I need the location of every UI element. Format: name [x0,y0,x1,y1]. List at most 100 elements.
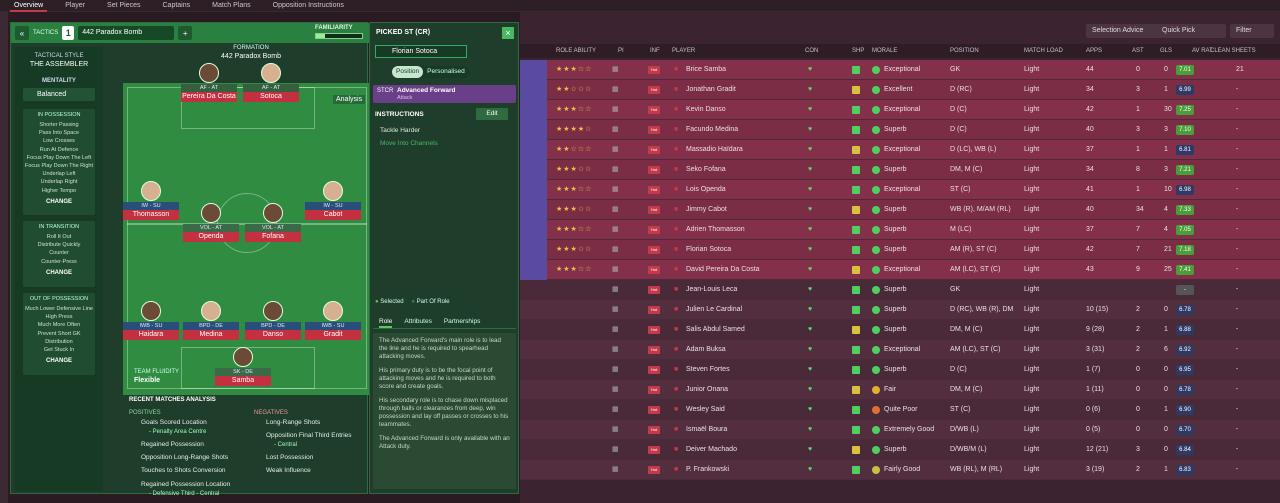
pi-icon[interactable]: ▦ [612,300,619,320]
in-possession-change-button[interactable]: CHANGE [23,199,95,205]
player-name[interactable]: Jimmy Cabot [686,200,727,220]
pi-icon[interactable]: ▦ [612,460,619,480]
col-clean-sheets[interactable]: CLEAN SHEETS [1210,44,1256,58]
row-selection-marker[interactable] [520,140,547,160]
tab-player[interactable]: Player [61,0,89,12]
close-icon[interactable]: × [502,27,514,39]
out-of-possession-change-button[interactable]: CHANGE [23,358,95,364]
position-toggle[interactable]: Position Personalised [392,66,469,78]
row-selection-marker[interactable] [520,240,547,260]
picked-player-select[interactable]: Florian Sotoca [375,45,467,58]
player-name[interactable]: Ismaël Boura [686,420,727,440]
tab-role[interactable]: Role [379,315,393,328]
pi-icon[interactable]: ▦ [612,160,619,180]
player-slot-haidara[interactable]: IWB - SU Haidara [123,301,179,340]
player-name[interactable]: Brice Samba [686,60,726,80]
row-selection-marker[interactable] [520,120,547,140]
col-ast[interactable]: AST [1132,44,1144,58]
pi-icon[interactable]: ▦ [612,100,619,120]
player-name[interactable]: Julien Le Cardinal [686,300,742,320]
pi-icon[interactable]: ▦ [612,260,619,280]
col-pi[interactable]: PI [618,44,624,58]
row-selection-marker[interactable] [520,320,547,340]
row-selection-marker[interactable] [520,180,547,200]
toggle-personalised[interactable]: Personalised [423,66,469,78]
table-row[interactable]: ★★★☆☆ ▦ Hot ■ Brice Samba ♥ Exceptional GK Light… [520,60,1280,80]
col-gls[interactable]: GLS [1160,44,1172,58]
table-row[interactable]: ★★★☆☆ ▦ Hot ■ Seko Fofana ♥ Superb DM, M (C) Lig… [520,160,1280,180]
pi-icon[interactable]: ▦ [612,380,619,400]
table-row[interactable]: ★★★☆☆ ▦ Hot ■ Lois Openda ♥ Exceptional ST (C) L… [520,180,1280,200]
col-apps[interactable]: APPS [1086,44,1102,58]
table-row[interactable]: ★★★☆☆ ▦ Hot ■ Florian Sotoca ♥ Superb AM (R), S… [520,240,1280,260]
row-selection-marker[interactable] [520,80,547,100]
add-tactic-button[interactable]: + [178,26,193,40]
formation-select[interactable]: 442 Paradox Bomb [191,53,311,60]
row-selection-marker[interactable] [520,380,547,400]
table-row[interactable]: ▦ Hot ■ Jean-Louis Leca ♥ Superb GK Light - - [520,280,1280,300]
col-shp[interactable]: SHP [852,44,864,58]
tab-opposition-instructions[interactable]: Opposition Instructions [269,0,348,12]
pi-icon[interactable]: ▦ [612,240,619,260]
table-row[interactable]: ▦ Hot ■ Salis Abdul Samed ♥ Superb DM, M (C) Li… [520,320,1280,340]
pi-icon[interactable]: ▦ [612,360,619,380]
tab-partnerships[interactable]: Partnerships [444,315,481,328]
player-name[interactable]: Facundo Medina [686,120,738,140]
player-slot-samba[interactable]: SK - DE Samba [215,347,271,386]
pi-icon[interactable]: ▦ [612,420,619,440]
player-name[interactable]: Lois Openda [686,180,726,200]
player-slot-fofana[interactable]: VOL - AT Fofana [245,203,301,242]
tab-match-plans[interactable]: Match Plans [208,0,255,12]
player-name[interactable]: Salis Abdul Samed [686,320,745,340]
mentality-select[interactable]: Balanced [23,88,95,101]
in-transition-change-button[interactable]: CHANGE [23,270,95,276]
tactical-style-select[interactable]: THE ASSEMBLER [15,61,103,68]
tab-captains[interactable]: Captains [159,0,195,12]
pi-icon[interactable]: ▦ [612,120,619,140]
edit-button[interactable]: Edit [476,108,508,120]
row-selection-marker[interactable] [520,460,547,480]
col-role-ability[interactable]: ROLE ABILITY [556,44,596,58]
player-slot-medina[interactable]: BPD - DE Medina [183,301,239,340]
player-name[interactable]: Wesley Said [686,400,725,420]
row-selection-marker[interactable] [520,200,547,220]
in-possession-box[interactable]: IN POSSESSION Shorter Passing Pass Into … [23,109,95,215]
table-row[interactable]: ▦ Hot ■ Wesley Said ♥ Quite Poor ST (C) Light 0 … [520,400,1280,420]
player-slot-sotoca[interactable]: AF - AT Sotoca [243,63,299,102]
col-inf[interactable]: INF [650,44,660,58]
role-select[interactable]: STCR Advanced Forward Attack [373,85,516,103]
filter-button[interactable]: Filter [1230,24,1274,38]
table-row[interactable]: ▦ Hot ■ Deiver Machado ♥ Superb D/WB/M (L) Ligh… [520,440,1280,460]
player-name[interactable]: Jonathan Gradit [686,80,736,100]
player-name[interactable]: David Pereira Da Costa [686,260,760,280]
row-selection-marker[interactable] [520,300,547,320]
tactic-slot-number[interactable]: 1 [62,26,75,40]
pi-icon[interactable]: ▦ [612,320,619,340]
table-row[interactable]: ▦ Hot ■ P. Frankowski ♥ Fairly Good WB (RL), M… [520,460,1280,480]
table-row[interactable]: ▦ Hot ■ Steven Fortes ♥ Superb D (C) Light 1 (7)… [520,360,1280,380]
row-selection-marker[interactable] [520,340,547,360]
player-name[interactable]: Kevin Danso [686,100,726,120]
tactic-select[interactable]: 442 Paradox Bomb [78,26,175,40]
player-name[interactable]: Florian Sotoca [686,240,731,260]
player-name[interactable]: P. Frankowski [686,460,729,480]
player-name[interactable]: Seko Fofana [686,160,726,180]
col-position[interactable]: POSITION [950,44,979,58]
table-row[interactable]: ▦ Hot ■ Junior Onana ♥ Fair DM, M (C) Light 1 (1… [520,380,1280,400]
player-slot-cabot[interactable]: IW - SU Cabot [305,181,361,220]
quick-pick-button[interactable]: Quick Pick [1156,24,1226,38]
out-of-possession-box[interactable]: OUT OF POSSESSION Much Lower Defensive L… [23,293,95,375]
table-row[interactable]: ▦ Hot ■ Julien Le Cardinal ♥ Superb D (RC), WB… [520,300,1280,320]
toggle-position[interactable]: Position [392,66,424,78]
in-transition-box[interactable]: IN TRANSITION Roll It Out Distribute Qui… [23,221,95,287]
table-row[interactable]: ★★★☆☆ ▦ Hot ■ David Pereira Da Costa ♥ Excepti… [520,260,1280,280]
player-name[interactable]: Steven Fortes [686,360,730,380]
player-name[interactable]: Jean-Louis Leca [686,280,737,300]
player-name[interactable]: Adrien Thomasson [686,220,745,240]
table-row[interactable]: ▦ Hot ■ Adam Buksa ♥ Exceptional AM (LC), ST (… [520,340,1280,360]
col-player[interactable]: PLAYER [672,44,695,58]
player-name[interactable]: Deiver Machado [686,440,737,460]
tab-attributes[interactable]: Attributes [404,315,431,328]
table-row[interactable]: ★★★☆☆ ▦ Hot ■ Adrien Thomasson ♥ Superb M (LC) L… [520,220,1280,240]
row-selection-marker[interactable] [520,280,547,300]
